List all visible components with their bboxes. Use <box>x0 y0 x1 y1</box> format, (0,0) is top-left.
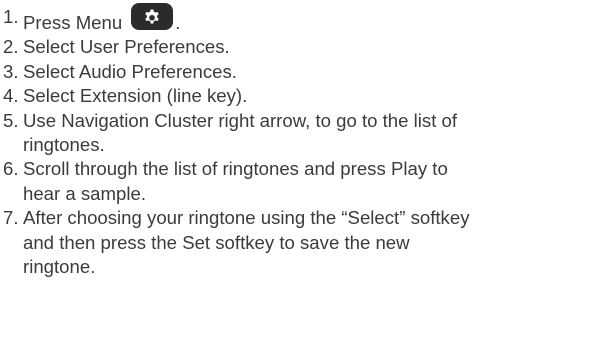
step-4: 4. Select Extension (line key). <box>0 84 590 108</box>
step-number: 6. <box>3 158 19 180</box>
step-text-line: Use Navigation Cluster right arrow, to g… <box>23 109 458 131</box>
step-text-line: After choosing your ringtone using the “… <box>23 207 470 229</box>
instruction-list: 1. Press Menu. 2. Select User Preference… <box>0 3 590 279</box>
step-2: 2. Select User Preferences. <box>0 35 590 59</box>
step-number: 1. <box>3 6 19 27</box>
step-number: 5. <box>3 109 19 131</box>
step-text: Select User Preferences. <box>23 36 230 58</box>
gear-icon <box>145 9 159 24</box>
step-number: 4. <box>3 85 19 107</box>
step-6: 6. Scroll through the list of ringtones … <box>0 157 590 206</box>
step-5: 5. Use Navigation Cluster right arrow, t… <box>0 109 590 158</box>
step-suffix: . <box>175 12 181 33</box>
step-text-line: hear a sample. <box>23 182 146 204</box>
step-text: Press Menu <box>23 12 123 33</box>
step-text-line: ringtones. <box>23 134 105 156</box>
step-text: Select Extension (line key). <box>23 85 248 107</box>
step-7: 7. After choosing your ringtone using th… <box>0 206 590 279</box>
step-1: 1. Press Menu. <box>0 3 590 35</box>
step-number: 3. <box>3 60 19 82</box>
step-number: 7. <box>3 207 19 229</box>
step-text-line: ringtone. <box>23 256 96 278</box>
step-text-line: Scroll through the list of ringtones and… <box>23 158 448 180</box>
menu-key-button <box>131 3 174 30</box>
step-text: Select Audio Preferences. <box>23 60 237 82</box>
step-3: 3. Select Audio Preferences. <box>0 60 590 84</box>
step-number: 2. <box>3 36 19 58</box>
step-text-line: and then press the Set softkey to save t… <box>23 231 410 253</box>
